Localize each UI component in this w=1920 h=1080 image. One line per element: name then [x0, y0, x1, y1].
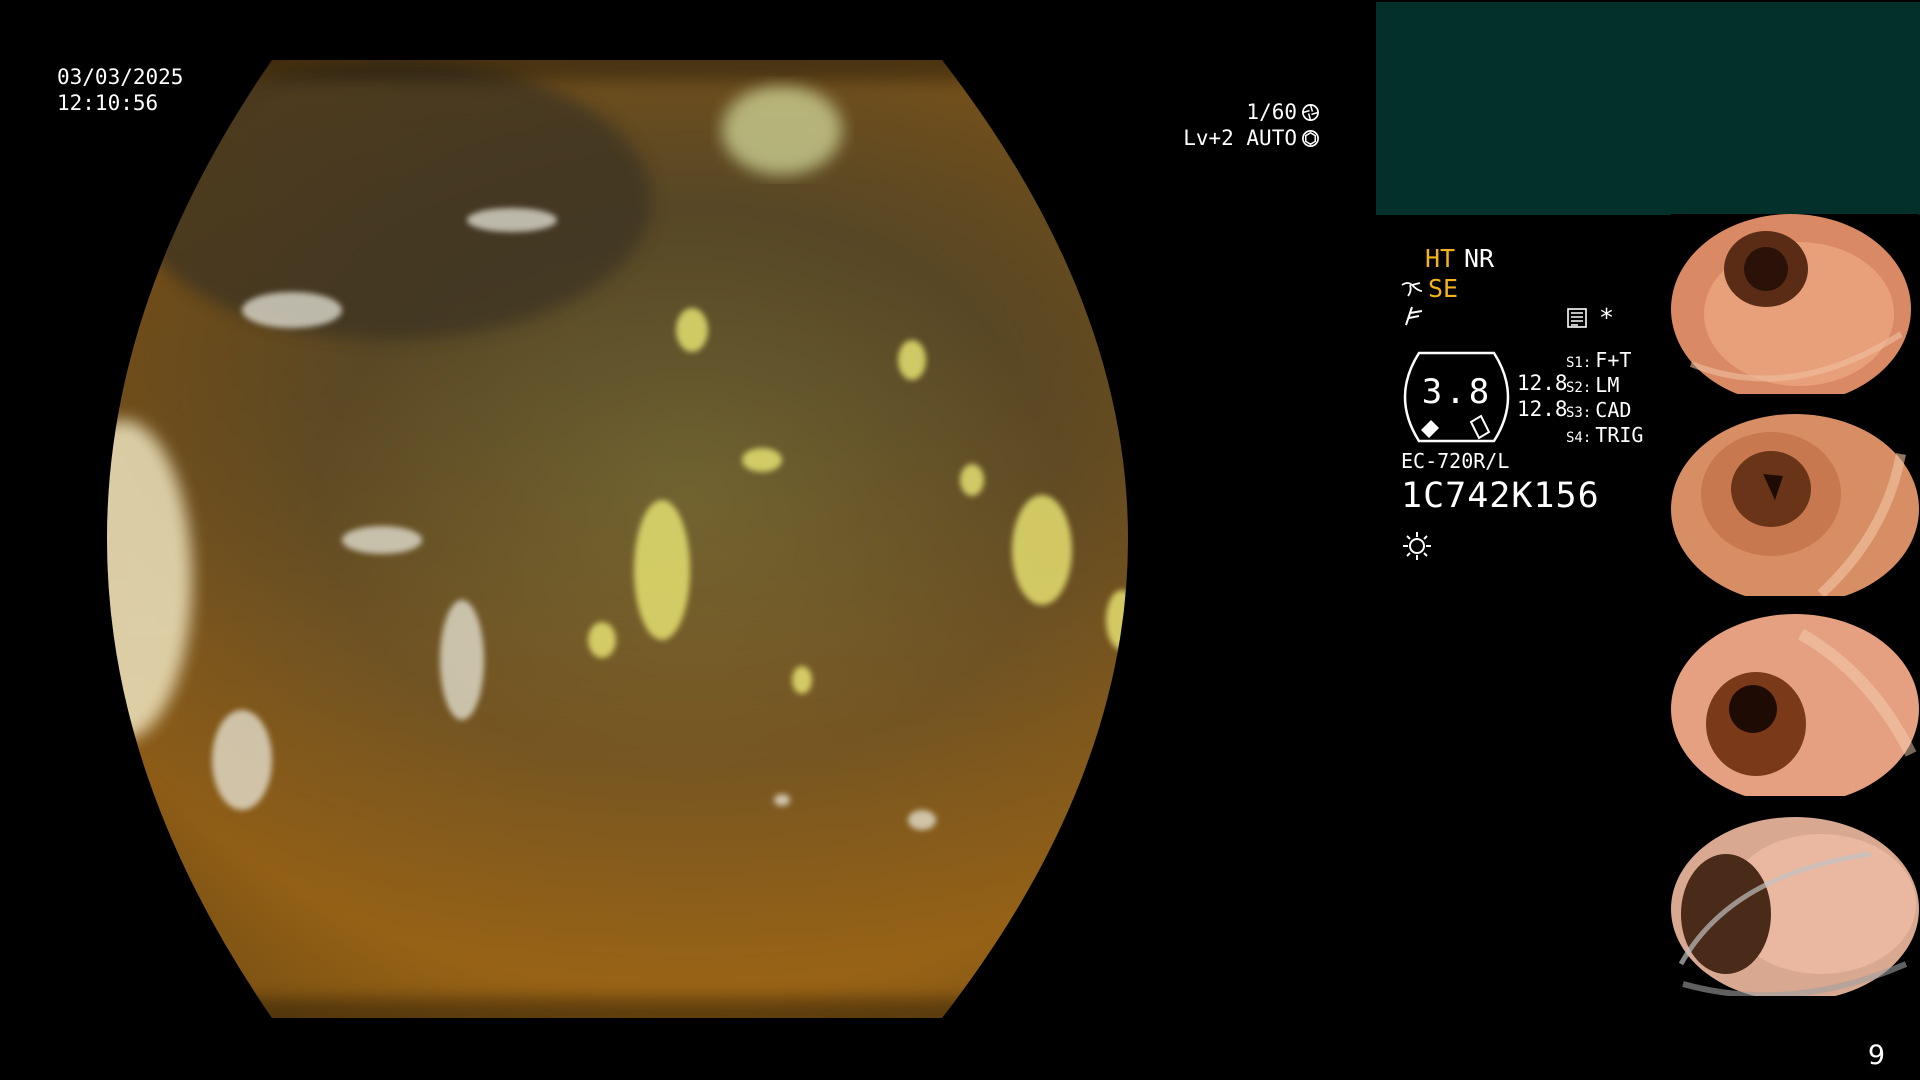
- exposure-readout: 1/60 Lv+2 AUTO: [1183, 99, 1320, 151]
- ht-indicator: HT: [1425, 244, 1456, 273]
- side-value-1: 12.8: [1517, 371, 1568, 395]
- nr-indicator: NR: [1464, 244, 1495, 273]
- switch-value: F+T: [1595, 348, 1632, 372]
- switch-value: TRIG: [1595, 423, 1644, 447]
- shutter-text: 1/60: [1246, 100, 1297, 124]
- asterisk-mark: *: [1599, 303, 1615, 332]
- endoscope-live-view: [62, 60, 1314, 1018]
- captured-thumbnail-3[interactable]: [1671, 614, 1919, 804]
- date-text: 03/03/2025: [57, 65, 184, 89]
- captured-thumbnail-1[interactable]: [1671, 214, 1919, 404]
- switch-key: S2:: [1566, 380, 1592, 396]
- scope-switch-4: S4: TRIG: [1566, 423, 1643, 447]
- hose-icon: [1401, 281, 1423, 297]
- scope-serial: 1C742K156: [1401, 476, 1600, 516]
- auxiliary-panel: [1376, 2, 1920, 215]
- side-value-2: 12.8: [1517, 397, 1568, 421]
- time-text: 12:10:56: [57, 91, 159, 115]
- captured-thumbnail-2[interactable]: [1671, 414, 1919, 604]
- scope-model: EC-720R/L: [1401, 449, 1510, 473]
- switch-value: CAD: [1595, 398, 1632, 422]
- scope-switch-3: S3: CAD: [1566, 398, 1631, 422]
- iris-icon: [1302, 129, 1319, 147]
- shutter-row: 1/60: [1183, 99, 1320, 125]
- light-icon: [1403, 532, 1431, 560]
- iris-row: Lv+2 AUTO: [1183, 125, 1320, 151]
- gauge-value: 3.8: [1421, 372, 1493, 412]
- datetime-readout: 03/03/2025 12:10:56: [57, 64, 183, 116]
- captured-thumbnail-4[interactable]: [1671, 814, 1919, 1004]
- se-indicator: SE: [1428, 274, 1459, 303]
- shutter-icon: [1302, 103, 1319, 121]
- scope-switch-1: S1: F+T: [1566, 348, 1631, 372]
- switch-key: S3:: [1566, 405, 1592, 421]
- iris-text: Lv+2 AUTO: [1183, 126, 1297, 150]
- scope-switch-2: S2: LM: [1566, 373, 1619, 397]
- switch-value: LM: [1595, 373, 1620, 397]
- switch-key: S4:: [1566, 430, 1592, 446]
- se-indicator-row: SE: [1400, 274, 1458, 303]
- flag-icon: [1405, 306, 1423, 326]
- switch-key: S1:: [1566, 355, 1592, 371]
- page-number: 9: [1867, 1040, 1885, 1071]
- memo-icon: [1567, 308, 1587, 328]
